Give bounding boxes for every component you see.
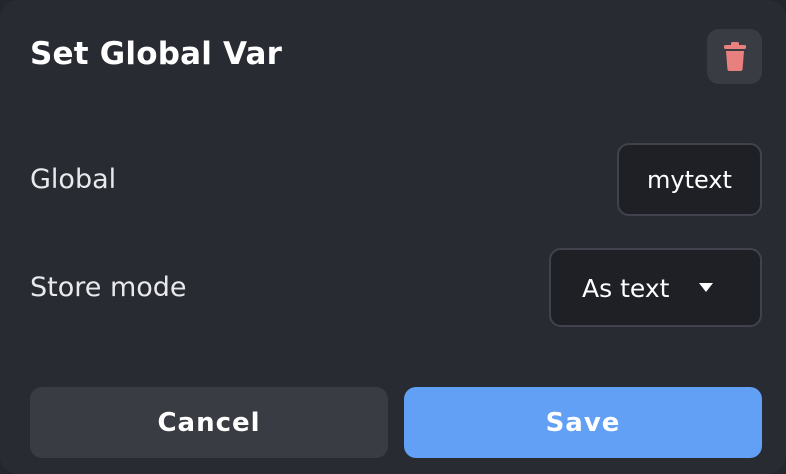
global-input[interactable]	[617, 143, 762, 216]
delete-button[interactable]	[707, 29, 762, 84]
cancel-button[interactable]: Cancel	[30, 387, 388, 458]
save-button[interactable]: Save	[404, 387, 762, 458]
store-mode-select[interactable]: As text	[549, 248, 762, 327]
global-label: Global	[30, 164, 117, 195]
dialog-title: Set Global Var	[30, 36, 283, 72]
caret-down-icon	[699, 283, 713, 292]
trash-icon	[723, 42, 746, 71]
store-mode-selected-value: As text	[582, 274, 670, 303]
set-global-var-dialog: Set Global Var Global Store mode As text…	[0, 0, 786, 474]
store-mode-label: Store mode	[30, 272, 187, 303]
